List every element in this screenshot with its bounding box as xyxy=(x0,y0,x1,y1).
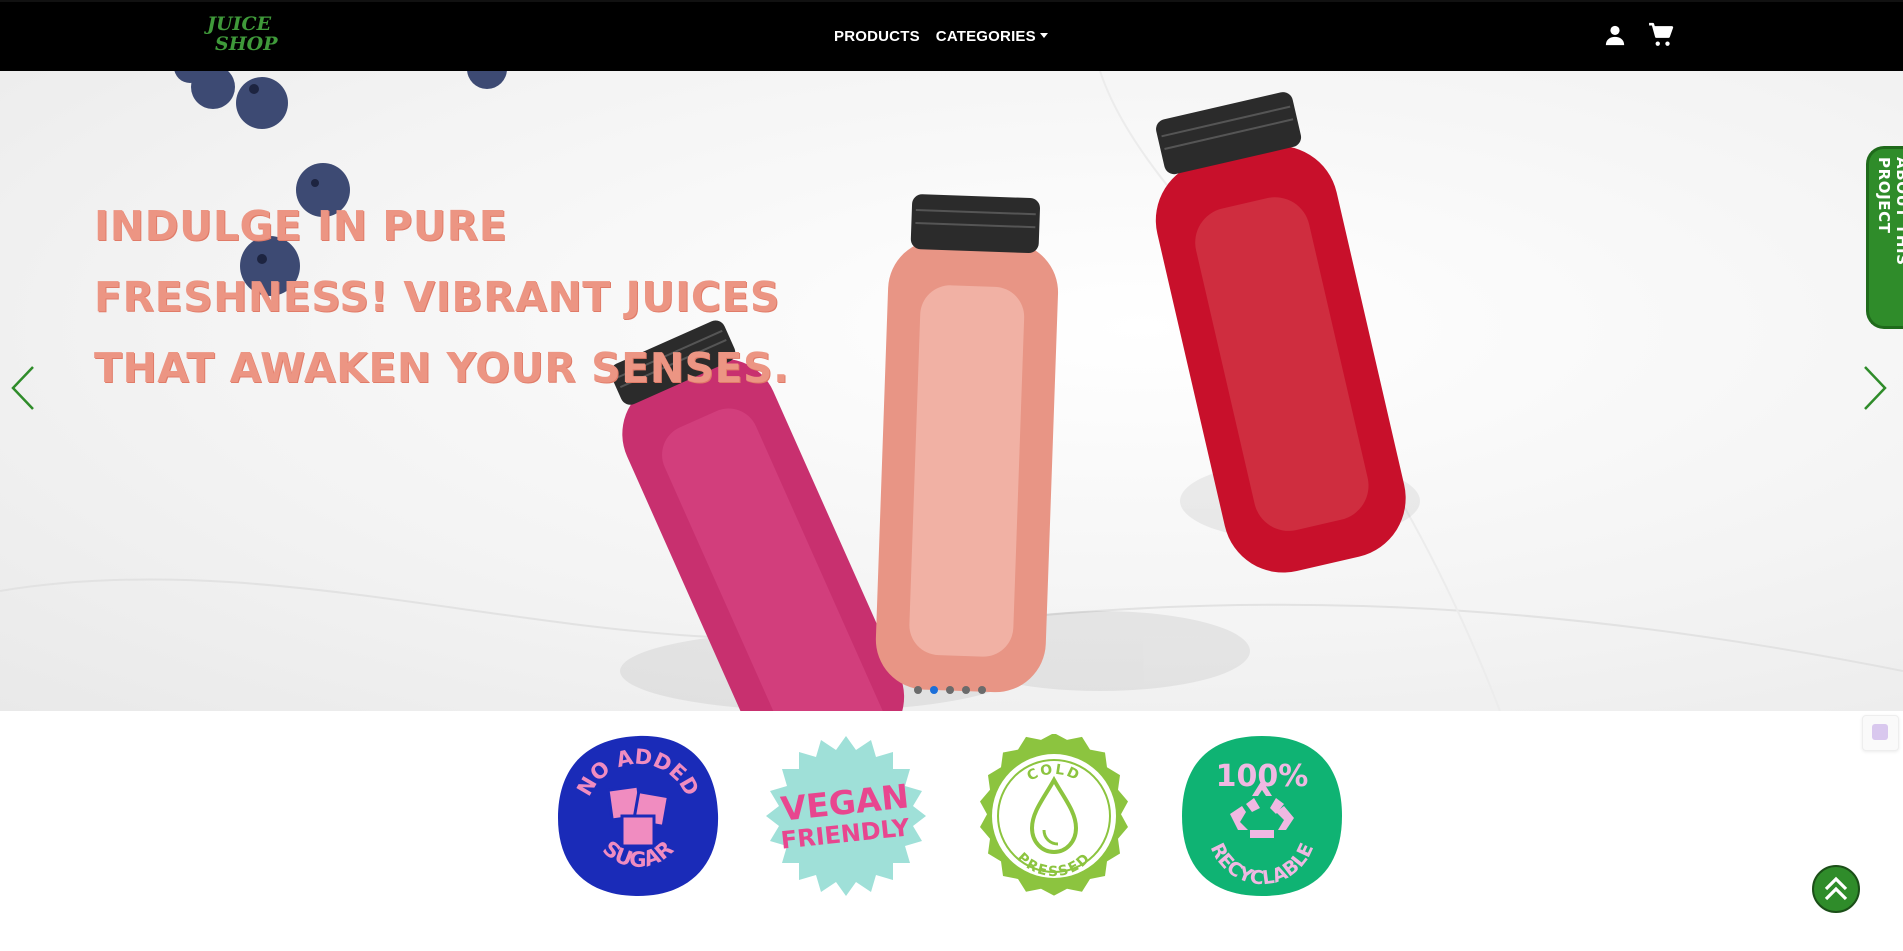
top-navbar: JUICE SHOP PRODUCTS CATEGORIES xyxy=(0,0,1903,71)
carousel-indicator-3[interactable] xyxy=(946,686,954,694)
double-chevron-up-icon[interactable] xyxy=(1812,865,1860,913)
chevron-right-icon[interactable] xyxy=(1862,365,1888,416)
carousel-indicators xyxy=(914,686,986,694)
carousel-indicator-4[interactable] xyxy=(962,686,970,694)
shopping-cart-icon[interactable] xyxy=(1648,22,1674,53)
badge-cold-pressed: COLD PRESSED xyxy=(972,734,1136,898)
feature-badges: NO ADDED SUGAR VEGAN FRIENDLY COLD PRESS… xyxy=(0,711,1903,951)
caret-down-icon xyxy=(1039,32,1048,38)
hero-headline: Indulge in pure freshness! Vibrant juice… xyxy=(94,202,790,392)
person-icon[interactable] xyxy=(1604,24,1626,51)
assistant-glyph xyxy=(1872,724,1888,740)
logo-line-2: SHOP xyxy=(215,33,278,55)
logo-line-1: JUICE xyxy=(207,13,272,35)
nav-categories-label: CATEGORIES xyxy=(935,28,1036,45)
carousel-indicator-5[interactable] xyxy=(978,686,986,694)
badge-100-recyclable: 100% RECYCLABLE xyxy=(1180,734,1344,898)
chevron-left-icon[interactable] xyxy=(10,365,36,416)
main-nav: PRODUCTS CATEGORIES xyxy=(834,26,1048,48)
nav-products-link[interactable]: PRODUCTS xyxy=(834,26,920,48)
badge-no-added-sugar: NO ADDED SUGAR xyxy=(556,734,720,898)
juice-shop-logo[interactable]: JUICE SHOP xyxy=(207,13,278,64)
nav-categories-dropdown[interactable]: CATEGORIES xyxy=(936,26,1048,48)
assistant-icon[interactable] xyxy=(1862,715,1899,751)
about-tab-label: ABOUT THIS PROJECT xyxy=(1875,157,1903,266)
carousel-indicator-1[interactable] xyxy=(914,686,922,694)
hero-carousel: Indulge in pure freshness! Vibrant juice… xyxy=(0,71,1903,711)
badge-vegan-friendly: VEGAN FRIENDLY xyxy=(764,734,928,898)
carousel-indicator-2[interactable] xyxy=(930,686,938,694)
about-this-project-tab[interactable]: ABOUT THIS PROJECT xyxy=(1866,146,1903,329)
